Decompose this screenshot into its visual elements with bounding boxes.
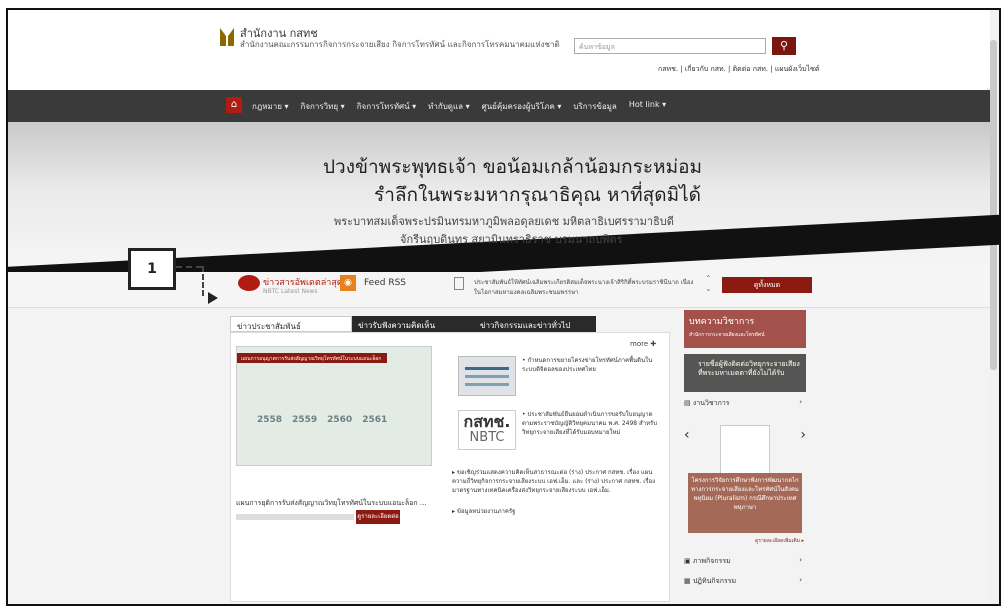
diagram-years: 2558 2559 2560 2561 (257, 415, 387, 425)
year-label: 2561 (362, 415, 388, 425)
callout-arrow-icon (208, 292, 218, 304)
tab-press-release[interactable]: ข่าวประชาสัมพันธ์ (230, 316, 352, 332)
banner-line-2: รำลึกในพระมหากรุณาธิคุณ หาที่สุดมิได้ (374, 184, 701, 206)
nav-item-tv[interactable]: กิจการโทรทัศน์ ▾ (357, 100, 416, 113)
radio-listing-banner[interactable]: รายชื่อผู้ฟังติดต่อวิทยุกระจายเสียง ที่พ… (684, 354, 806, 392)
slider-progress (236, 514, 354, 520)
chevron-right-icon: › (799, 556, 802, 564)
banner-line-3: พระบาทสมเด็จพระปรมินทรมหาภูมิพลอดุลยเดช … (334, 215, 674, 228)
radio-listing-text: รายชื่อผู้ฟังติดต่อวิทยุกระจายเสียง ที่พ… (698, 360, 800, 377)
latest-news-title[interactable]: ข่าวสารอัพเดตล่าสุด (263, 275, 343, 289)
featured-diagram[interactable]: แผนการอนุญาตการรับส่งสัญญาณวิทยุโทรทัศน์… (236, 346, 432, 466)
sidebar-item-seminar[interactable]: ▤ งานวิชาการ › (684, 398, 806, 409)
chevron-right-icon: › (799, 398, 802, 406)
callout-marker: 1 (128, 248, 176, 290)
academic-article-box[interactable]: บทความวิชาการ สำนักการกระจายเสียงและโทรท… (684, 310, 806, 348)
news-item-1[interactable]: • กำหนดการขยายโครงข่ายโทรทัศน์ภาคพื้นดิน… (522, 356, 662, 374)
nav-item-radio[interactable]: กิจการวิทยุ ▾ (301, 100, 345, 113)
nav-item-hotlink[interactable]: Hot link ▾ (629, 100, 666, 113)
nav-item-consumer[interactable]: ศูนย์คุ้มครองผู้บริโภค ▾ (482, 100, 562, 113)
nav-item-services[interactable]: บริการข้อมูล (573, 100, 616, 113)
more-link[interactable]: more ✚ (630, 340, 656, 348)
nav-item-law[interactable]: กฎหมาย ▾ (252, 100, 289, 113)
academic-article-subtitle: สำนักการกระจายเสียงและโทรทัศน์ (689, 332, 765, 338)
news-item-3[interactable]: ▸ ขอเชิญร่วมแสดงความคิดเห็นสาธารณะต่อ (ร… (452, 468, 664, 495)
search-input[interactable]: ค้นหาข้อมูล (574, 38, 766, 54)
sidebar-item-label: งานวิชาการ (692, 399, 730, 407)
garuda-emblem-icon (220, 28, 234, 46)
nbtc-en-label: NBTC (469, 430, 505, 445)
rss-icon[interactable]: ◉ (340, 275, 356, 291)
nbtc-logo-thumbnail[interactable]: กสทช. NBTC (458, 410, 516, 450)
year-label: 2558 (257, 415, 283, 425)
news-thumbnail-1[interactable] (458, 356, 516, 396)
diagram-title: แผนการอนุญาตการรับส่งสัญญาณวิทยุโทรทัศน์… (237, 353, 387, 363)
latest-news-subtitle: NBTC Latest News (263, 288, 318, 295)
callout-leader-vertical (202, 266, 204, 296)
chat-bubble-icon (238, 275, 260, 291)
publication-caption[interactable]: โครงการวิจัยการศึกษาฟังการพัฒนากลไกทางกา… (688, 473, 802, 533)
sidebar-item-label: ปฏิทินกิจกรรม (692, 577, 737, 585)
main-nav: ⌂ กฎหมาย ▾ กิจการวิทยุ ▾ กิจการโทรทัศน์ … (8, 90, 990, 122)
sidebar-item-label: ภาพกิจกรรม (692, 557, 731, 565)
publication-carousel: ‹ › โครงการวิจัยการศึกษาฟังการพัฒนากลไกท… (684, 415, 806, 545)
home-icon[interactable]: ⌂ (226, 97, 242, 113)
chevron-right-icon[interactable]: › (800, 427, 806, 443)
news-item-2[interactable]: • ประชาสัมพันธ์ยืนยอมดำเนินการขอรับใบอนุ… (522, 410, 662, 437)
chevron-right-icon: › (799, 576, 802, 584)
scrollbar-thumb[interactable] (990, 40, 997, 370)
site-header: สำนักงาน กสทช สำนักงานคณะกรรมการกิจการกร… (8, 10, 990, 88)
featured-caption[interactable]: แผนการยุติการรับส่งสัญญาณวิทยุโทรทัศน์ใน… (236, 498, 427, 509)
news-item-4[interactable]: ▸ ข้อมูลหน่วยงานภาครัฐ (452, 506, 515, 516)
rss-feed-link[interactable]: Feed RSS (364, 278, 406, 288)
sidebar-item-gallery[interactable]: ▣ ภาพกิจกรรม › (684, 556, 806, 567)
document-icon (454, 277, 464, 290)
banner-line-1: ปวงข้าพระพุทธเจ้า ขอน้อมเกล้าน้อมกระหม่อ… (323, 156, 703, 178)
publication-more-link[interactable]: ดูรายละเอียดเพิ่มเติม ▸ (755, 537, 804, 545)
callout-leader-horizontal (176, 266, 202, 268)
site-logo[interactable]: สำนักงาน กสทช สำนักงานคณะกรรมการกิจการกร… (220, 28, 560, 50)
read-more-button[interactable]: ดูรายละเอียดต่อ (356, 510, 400, 524)
view-all-button[interactable]: ดูทั้งหมด (722, 277, 812, 293)
org-name: สำนักงาน กสทช (240, 27, 318, 40)
year-label: 2560 (327, 415, 353, 425)
org-full-name: สำนักงานคณะกรรมการกิจการกระจายเสียง กิจก… (240, 40, 560, 49)
banner-line-4: จักรีนฤบดินทร สยามินทราธิราช บรมนาถบพิตร (400, 233, 623, 246)
ticker-arrows-icon[interactable]: ⌃ ⌄ (705, 274, 712, 294)
tab-public-hearing[interactable]: ข่าวรับฟังความคิดเห็น (352, 316, 474, 332)
tab-activities[interactable]: ข่าวกิจกรรมและข่าวทั่วไป (474, 316, 596, 332)
academic-article-title: บทความวิชาการ (689, 317, 755, 327)
news-tabs: ข่าวประชาสัมพันธ์ ข่าวรับฟังความคิดเห็น … (230, 316, 596, 332)
search-icon[interactable]: ⚲ (772, 37, 796, 55)
nbtc-thai-label: กสทช. (463, 412, 511, 431)
news-ticker[interactable]: ประชาสัมพันธ์ให้ทัศน์เฉลิมพระเกียรติสมเด… (474, 278, 694, 298)
top-links[interactable]: กสทช. | เกี่ยวกับ กสท. | ติดต่อ กสท. | แ… (658, 64, 819, 75)
nav-item-regulation[interactable]: ทำกับดูแล ▾ (428, 100, 470, 113)
chevron-left-icon[interactable]: ‹ (684, 427, 690, 443)
year-label: 2559 (292, 415, 318, 425)
sidebar-item-calendar[interactable]: ▦ ปฏิทินกิจกรรม › (684, 576, 806, 587)
browser-frame: สำนักงาน กสทช สำนักงานคณะกรรมการกิจการกร… (6, 8, 1001, 606)
